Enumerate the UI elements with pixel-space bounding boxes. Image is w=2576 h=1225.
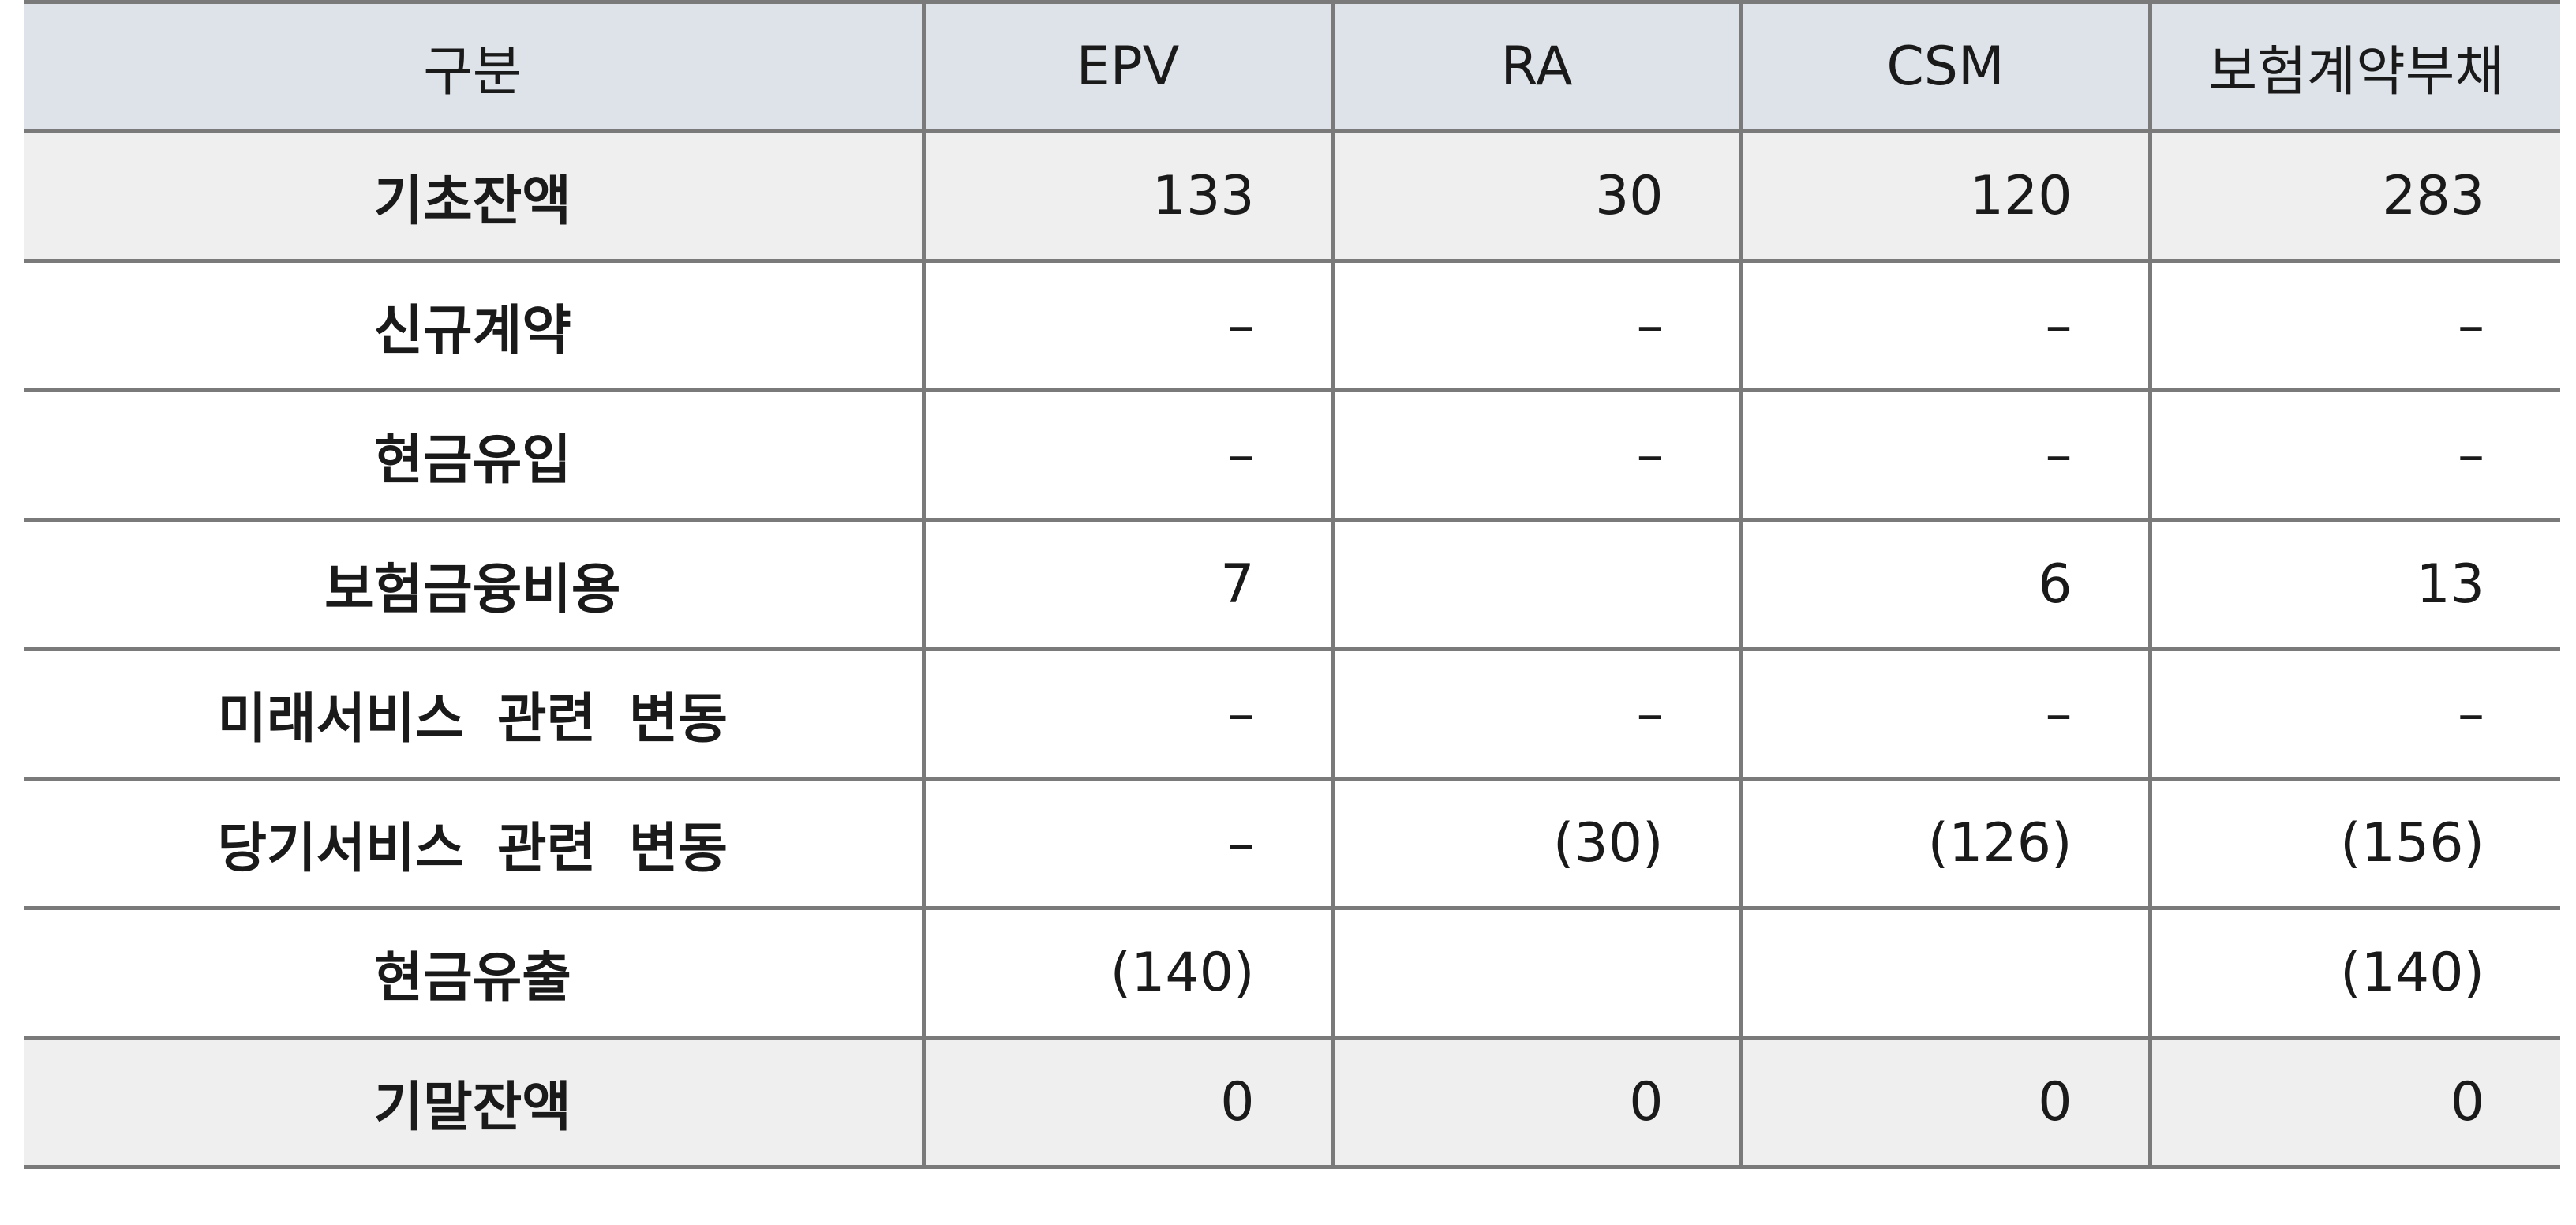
table-row: 미래서비스 관련 변동 – – – – — [24, 647, 2560, 781]
cell-epv: 0 — [921, 1036, 1335, 1169]
row-label: 당기서비스 관련 변동 — [24, 777, 926, 910]
header-category: 구분 — [24, 0, 926, 133]
cell-liability: – — [2147, 388, 2560, 522]
row-label: 보험금융비용 — [24, 518, 926, 651]
cell-liability: 0 — [2147, 1036, 2560, 1169]
table-row: 현금유입 – – – – — [24, 388, 2560, 522]
table-row: 당기서비스 관련 변동 – (30) (126) (156) — [24, 777, 2560, 910]
row-label: 현금유입 — [24, 388, 926, 522]
cell-epv: – — [921, 777, 1335, 910]
header-epv: EPV — [921, 0, 1335, 133]
table-row: 보험금융비용 7 6 13 — [24, 518, 2560, 651]
cell-liability: 283 — [2147, 129, 2560, 263]
cell-epv: 7 — [921, 518, 1335, 651]
cell-ra: – — [1330, 388, 1743, 522]
cell-csm: 6 — [1739, 518, 2152, 651]
liability-rollforward-table: 구분 EPV RA CSM 보험계약부채 기초잔액 133 30 120 283… — [24, 0, 2560, 1169]
cell-epv: 133 — [921, 129, 1335, 263]
cell-csm — [1739, 906, 2152, 1040]
cell-ra: 0 — [1330, 1036, 1743, 1169]
row-label: 현금유출 — [24, 906, 926, 1040]
liability-rollforward-table-wrap: 구분 EPV RA CSM 보험계약부채 기초잔액 133 30 120 283… — [24, 0, 2560, 1169]
cell-liability: – — [2147, 259, 2560, 392]
cell-liability: (140) — [2147, 906, 2560, 1040]
row-label: 기말잔액 — [24, 1036, 926, 1169]
cell-ra: (30) — [1330, 777, 1743, 910]
cell-ra — [1330, 906, 1743, 1040]
cell-liability: (156) — [2147, 777, 2560, 910]
cell-ra — [1330, 518, 1743, 651]
cell-csm: – — [1739, 647, 2152, 781]
table-row: 신규계약 – – – – — [24, 259, 2560, 392]
header-ra: RA — [1330, 0, 1743, 133]
header-row: 구분 EPV RA CSM 보험계약부채 — [24, 0, 2560, 133]
cell-liability: 13 — [2147, 518, 2560, 651]
cell-csm: – — [1739, 388, 2152, 522]
cell-epv: (140) — [921, 906, 1335, 1040]
cell-epv: – — [921, 388, 1335, 522]
table-row: 기말잔액 0 0 0 0 — [24, 1036, 2560, 1169]
cell-epv: – — [921, 647, 1335, 781]
row-label: 미래서비스 관련 변동 — [24, 647, 926, 781]
header-csm: CSM — [1739, 0, 2152, 133]
row-label: 신규계약 — [24, 259, 926, 392]
cell-liability: – — [2147, 647, 2560, 781]
cell-csm: (126) — [1739, 777, 2152, 910]
header-insurance-liability: 보험계약부채 — [2147, 0, 2560, 133]
cell-epv: – — [921, 259, 1335, 392]
cell-ra: – — [1330, 647, 1743, 781]
cell-csm: – — [1739, 259, 2152, 392]
cell-ra: 30 — [1330, 129, 1743, 263]
cell-csm: 120 — [1739, 129, 2152, 263]
table-row: 기초잔액 133 30 120 283 — [24, 129, 2560, 263]
table-row: 현금유출 (140) (140) — [24, 906, 2560, 1040]
cell-ra: – — [1330, 259, 1743, 392]
cell-csm: 0 — [1739, 1036, 2152, 1169]
row-label: 기초잔액 — [24, 129, 926, 263]
